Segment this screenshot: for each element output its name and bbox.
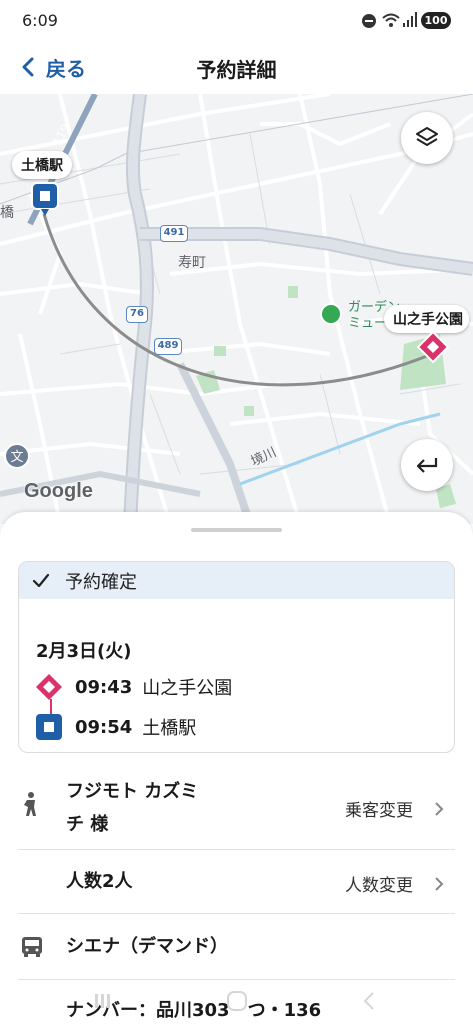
dropoff-time: 09:54 — [75, 716, 133, 738]
route-shield-76: 76 — [126, 306, 148, 323]
map-layers-button[interactable] — [401, 112, 453, 164]
station-square-icon — [36, 714, 62, 740]
chevron-right-icon — [435, 801, 444, 816]
passenger-name-line2: チ 様 — [66, 814, 109, 835]
booking-date: 2月3日(火) — [36, 641, 132, 662]
sheet-drag-handle[interactable] — [191, 528, 282, 532]
vehicle-name: シエナ（デマンド） — [66, 936, 228, 957]
vehicle-row: シエナ（デマンド） — [18, 914, 455, 980]
app-header: 戻る 予約詳細 — [0, 40, 473, 94]
booking-detail-sheet: 予約確定 2月3日(火) 09:43 山之手公園 09:54 土橋駅 フジモト … — [0, 512, 473, 1024]
area-label: 寿町 — [178, 255, 206, 271]
pickup-name: 山之手公園 — [142, 678, 233, 699]
dropoff-stop: 09:54 土橋駅 — [35, 713, 196, 741]
vehicle-plate: ナンバー：品川303 つ・136 — [66, 1000, 322, 1021]
school-icon[interactable]: 文 — [4, 443, 30, 469]
booking-card: 予約確定 2月3日(火) 09:43 山之手公園 09:54 土橋駅 — [18, 561, 455, 753]
status-time: 6:09 — [22, 11, 58, 30]
status-bar: 6:09 100 — [0, 0, 473, 40]
change-passenger-button[interactable]: 乗客変更 — [345, 796, 445, 821]
destination-callout[interactable]: 山之手公園 — [384, 305, 469, 333]
booking-status: 予約確定 — [65, 571, 137, 593]
park-poi-icon[interactable] — [320, 303, 342, 325]
party-count: 人数2人 — [66, 871, 133, 892]
route-shield-489-label: 489 — [157, 340, 179, 351]
route-shield-491: 491 — [160, 225, 188, 242]
map-return-button[interactable] — [401, 439, 453, 491]
origin-callout-label: 土橋駅 — [21, 158, 63, 174]
change-party-count-button[interactable]: 人数変更 — [345, 871, 445, 896]
route-shield-489: 489 — [154, 338, 182, 355]
passenger-name: フジモト カズミ チ 様 — [66, 775, 198, 841]
battery-indicator: 100 — [421, 12, 451, 29]
chevron-right-icon — [435, 876, 444, 891]
destination-pin-icon[interactable] — [417, 331, 449, 367]
route-map[interactable]: 491 76 489 119 寿町 境川 橋 ガーデンミュー 文 土橋駅 山之手… — [0, 94, 473, 524]
origin-pin-icon[interactable] — [31, 182, 59, 218]
return-arrow-icon — [416, 458, 438, 473]
page-title: 予約詳細 — [196, 58, 277, 82]
signal-icon — [403, 12, 417, 27]
change-party-count-label: 人数変更 — [345, 876, 413, 896]
wifi-icon — [382, 13, 400, 27]
bus-icon — [22, 937, 42, 957]
school-icon-label: 文 — [10, 450, 24, 465]
checkmark-icon — [32, 573, 50, 587]
origin-callout[interactable]: 土橋駅 — [12, 151, 72, 179]
destination-callout-label: 山之手公園 — [393, 312, 463, 328]
route-shield-491-label: 491 — [163, 227, 185, 238]
pickup-stop: 09:43 山之手公園 — [35, 673, 232, 701]
destination-diamond-icon — [36, 674, 62, 700]
person-icon — [24, 792, 36, 816]
change-passenger-label: 乗客変更 — [345, 801, 413, 821]
google-attribution: Google — [24, 480, 93, 502]
passenger-name-line1: フジモト カズミ — [66, 781, 199, 802]
dropoff-name: 土橋駅 — [142, 718, 197, 739]
do-not-disturb-icon — [362, 14, 376, 28]
party-count-row: 人数2人 人数変更 — [18, 850, 455, 914]
route-shield-76-label: 76 — [130, 308, 144, 319]
partial-station-label: 橋 — [0, 205, 14, 221]
pickup-time: 09:43 — [75, 676, 133, 698]
passenger-row: フジモト カズミ チ 様 乗客変更 — [18, 767, 455, 850]
booking-status-bar: 予約確定 — [19, 562, 454, 599]
layers-icon — [416, 127, 438, 146]
